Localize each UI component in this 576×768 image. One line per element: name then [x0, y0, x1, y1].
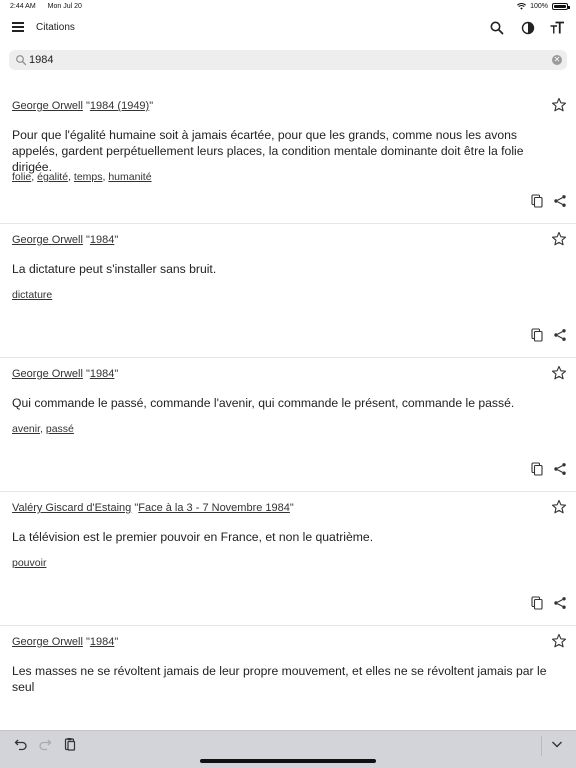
copy-icon[interactable] — [531, 194, 543, 208]
star-icon[interactable] — [551, 231, 567, 247]
quote-attribution: George Orwell "1984" — [12, 368, 119, 380]
source-link[interactable]: 1984 — [90, 234, 114, 246]
quote-text: Les masses ne se révoltent jamais de leu… — [12, 664, 547, 694]
source-link[interactable]: 1984 — [90, 636, 114, 648]
paste-icon[interactable] — [63, 737, 77, 751]
author-link[interactable]: George Orwell — [12, 234, 83, 246]
quote-card: Valéry Giscard d'Estaing "Face à la 3 - … — [0, 492, 576, 626]
author-link[interactable]: Valéry Giscard d'Estaing — [12, 502, 131, 514]
quote-tags: folie, égalité, temps, humanité — [12, 171, 152, 183]
wifi-icon — [517, 3, 527, 10]
star-icon[interactable] — [551, 97, 567, 113]
redo-icon[interactable] — [38, 737, 52, 751]
quote-text: Pour que l'égalité humaine soit à jamais… — [12, 128, 524, 174]
copy-icon[interactable] — [531, 462, 543, 476]
battery-percent: 100% — [530, 3, 548, 10]
share-icon[interactable] — [553, 462, 567, 476]
quote-card: George Orwell "1984 (1949)" Pour que l'ég… — [0, 90, 576, 224]
quote-card: George Orwell "1984" La dictature peut s'… — [0, 224, 576, 358]
toolbar-divider — [541, 736, 542, 756]
tag-link[interactable]: folie — [12, 171, 31, 183]
tag-link[interactable]: pouvoir — [12, 557, 46, 569]
quote-card: George Orwell "1984" Les masses ne se rév… — [0, 626, 576, 730]
search-icon[interactable] — [489, 20, 505, 36]
share-icon[interactable] — [553, 596, 567, 610]
quote-text: La télévision est le premier pouvoir en … — [12, 530, 374, 544]
quote-attribution: George Orwell "1984" — [12, 636, 119, 648]
status-time: 2:44 AM — [10, 3, 36, 10]
share-icon[interactable] — [553, 194, 567, 208]
quote-tags: dictature — [12, 289, 52, 301]
source-link[interactable]: 1984 (1949) — [90, 100, 149, 112]
hide-keyboard-icon[interactable] — [550, 737, 564, 751]
quote-text: Qui commande le passé, commande l'avenir… — [12, 396, 515, 410]
clear-search-icon[interactable]: ✕ — [552, 55, 562, 65]
text-size-icon[interactable] — [549, 20, 565, 36]
source-link[interactable]: Face à la 3 - 7 Novembre 1984 — [138, 502, 290, 514]
search-input[interactable] — [29, 52, 529, 68]
quote-tags: pouvoir — [12, 557, 46, 569]
author-link[interactable]: George Orwell — [12, 368, 83, 380]
tag-link[interactable]: humanité — [108, 171, 151, 183]
app-bar: Citations — [0, 14, 576, 42]
quote-list: George Orwell "1984 (1949)" Pour que l'ég… — [0, 90, 576, 730]
tag-link[interactable]: passé — [46, 423, 74, 435]
battery-icon — [552, 3, 570, 10]
quote-attribution: Valéry Giscard d'Estaing "Face à la 3 - … — [12, 502, 294, 514]
contrast-icon[interactable] — [520, 20, 536, 36]
menu-icon[interactable] — [12, 22, 24, 32]
author-link[interactable]: George Orwell — [12, 100, 83, 112]
tag-link[interactable]: égalité — [37, 171, 68, 183]
home-indicator — [200, 759, 376, 763]
star-icon[interactable] — [551, 365, 567, 381]
quote-text: La dictature peut s'installer sans bruit… — [12, 262, 217, 276]
status-left: 2:44 AM Mon Jul 20 — [10, 3, 92, 10]
copy-icon[interactable] — [531, 596, 543, 610]
undo-icon[interactable] — [14, 737, 28, 751]
quote-card: George Orwell "1984" Qui commande le pass… — [0, 358, 576, 492]
app-title: Citations — [36, 22, 75, 33]
copy-icon[interactable] — [531, 328, 543, 342]
tag-link[interactable]: temps — [74, 171, 103, 183]
star-icon[interactable] — [551, 499, 567, 515]
battery-fill — [554, 5, 566, 8]
author-link[interactable]: George Orwell — [12, 636, 83, 648]
source-link[interactable]: 1984 — [90, 368, 114, 380]
tag-link[interactable]: avenir — [12, 423, 40, 435]
search-field-icon — [16, 55, 27, 66]
quote-attribution: George Orwell "1984" — [12, 234, 119, 246]
keyboard-toolbar — [0, 730, 576, 768]
search-bar[interactable]: ✕ — [9, 50, 567, 70]
status-date: Mon Jul 20 — [47, 3, 82, 10]
status-right: 100% — [517, 3, 570, 10]
quote-tags: avenir, passé — [12, 423, 74, 435]
status-bar: 2:44 AM Mon Jul 20 100% — [0, 0, 576, 14]
star-icon[interactable] — [551, 633, 567, 649]
share-icon[interactable] — [553, 328, 567, 342]
quote-attribution: George Orwell "1984 (1949)" — [12, 100, 154, 112]
tag-link[interactable]: dictature — [12, 289, 52, 301]
